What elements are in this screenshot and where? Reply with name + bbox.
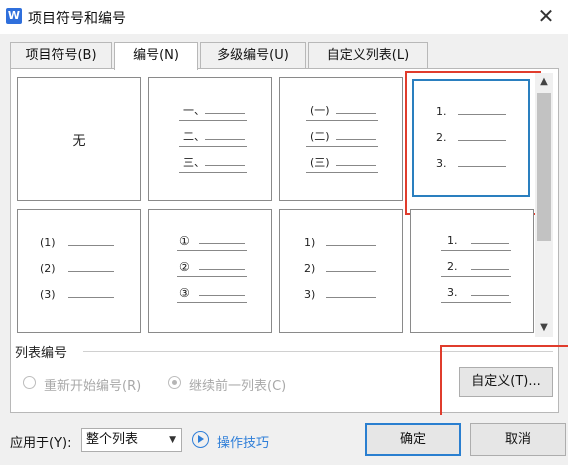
list-marker: 3. bbox=[447, 286, 458, 299]
style-cell-circled[interactable]: ① ② ③ bbox=[148, 209, 272, 333]
gallery-scrollbar[interactable]: ▲ ▼ bbox=[535, 73, 553, 337]
list-marker: ① bbox=[179, 234, 190, 248]
numbering-panel: 无 一、 二、 三、 (一) (二) (三) 1. 2. 3. (1) (2) … bbox=[10, 68, 568, 415]
scroll-thumb[interactable] bbox=[537, 93, 551, 241]
list-marker: 2) bbox=[304, 262, 316, 275]
none-label: 无 bbox=[72, 133, 86, 149]
list-marker: (一) bbox=[310, 104, 330, 117]
list-marker: 二、 bbox=[183, 130, 205, 143]
close-button[interactable]: ✕ bbox=[534, 4, 558, 28]
title-bar: W 项目符号和编号 ✕ bbox=[0, 0, 568, 34]
list-marker: 一、 bbox=[183, 104, 205, 117]
list-marker: 1. bbox=[447, 234, 458, 247]
wps-writer-icon: W bbox=[6, 8, 22, 24]
apply-to-value: 整个列表 bbox=[86, 432, 139, 447]
style-cell-arabic-paren[interactable]: 1) 2) 3) bbox=[279, 209, 403, 333]
list-marker: ② bbox=[179, 260, 190, 274]
cancel-button[interactable]: 取消 bbox=[470, 423, 566, 456]
list-marker: 2. bbox=[447, 260, 458, 273]
list-marker: (1) bbox=[40, 236, 56, 249]
style-cell-arabic-dot[interactable]: 1. 2. 3. bbox=[410, 209, 534, 333]
style-cell-chinese-comma[interactable]: 一、 二、 三、 bbox=[148, 77, 272, 201]
apply-to-label: 应用于(Y): bbox=[10, 436, 72, 451]
tab-multilevel[interactable]: 多级编号(U) bbox=[200, 42, 306, 69]
style-gallery: 无 一、 二、 三、 (一) (二) (三) 1. 2. 3. (1) (2) … bbox=[15, 71, 541, 337]
list-marker: (三) bbox=[310, 156, 330, 169]
play-tips-icon[interactable] bbox=[192, 431, 209, 448]
style-cell-paren-arabic[interactable]: (1) (2) (3) bbox=[17, 209, 141, 333]
style-cell-chinese-paren[interactable]: (一) (二) (三) bbox=[279, 77, 403, 201]
restart-numbering-label: 重新开始编号(R) bbox=[44, 379, 142, 394]
ok-button[interactable]: 确定 bbox=[365, 423, 461, 456]
list-marker: 1) bbox=[304, 236, 316, 249]
dialog-title: 项目符号和编号 bbox=[28, 11, 126, 27]
scroll-up-arrow-icon[interactable]: ▲ bbox=[535, 73, 553, 91]
apply-to-select[interactable]: 整个列表 ▼ bbox=[81, 428, 182, 452]
operation-tips-link[interactable]: 操作技巧 bbox=[217, 432, 269, 451]
radio-checked-icon[interactable] bbox=[168, 376, 181, 389]
list-marker: (二) bbox=[310, 130, 330, 143]
radio-circle-icon[interactable] bbox=[23, 376, 36, 389]
customize-highlight-frame bbox=[440, 345, 568, 415]
tab-bullets[interactable]: 项目符号(B) bbox=[10, 42, 112, 69]
scroll-down-arrow-icon[interactable]: ▼ bbox=[535, 319, 553, 337]
list-marker: 三、 bbox=[183, 156, 205, 169]
style-cell-none[interactable]: 无 bbox=[17, 77, 141, 201]
continue-list-label: 继续前一列表(C) bbox=[189, 379, 287, 394]
tab-custom-list[interactable]: 自定义列表(L) bbox=[308, 42, 428, 69]
list-numbering-group-label: 列表编号 bbox=[15, 346, 68, 361]
dropdown-arrow-icon: ▼ bbox=[169, 435, 176, 445]
tab-numbering[interactable]: 编号(N) bbox=[114, 42, 198, 70]
list-marker: 3) bbox=[304, 288, 316, 301]
list-marker: ③ bbox=[179, 286, 190, 300]
selection-highlight-frame bbox=[405, 71, 541, 215]
list-marker: (3) bbox=[40, 288, 56, 301]
list-marker: (2) bbox=[40, 262, 56, 275]
